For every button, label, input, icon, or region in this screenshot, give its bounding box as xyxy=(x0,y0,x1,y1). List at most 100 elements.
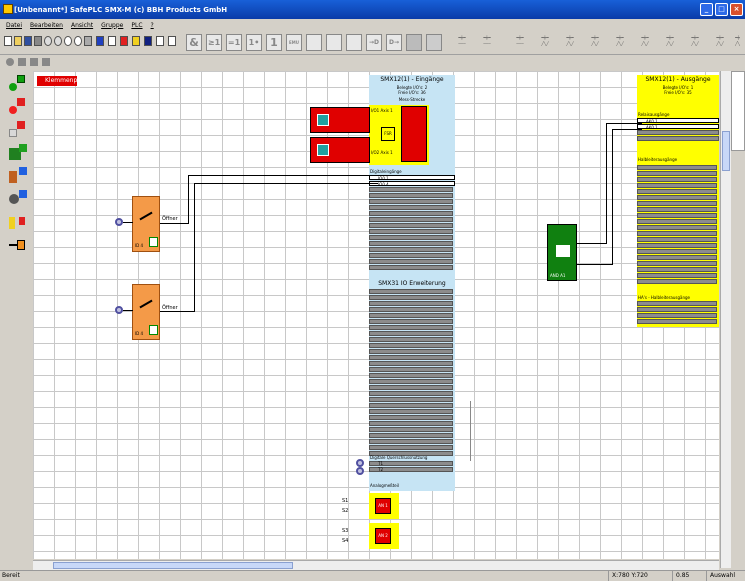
print-icon[interactable] xyxy=(34,36,42,46)
io-row-empty[interactable] xyxy=(369,211,453,216)
monitor-icon-2[interactable]: ═╪═ ─── xyxy=(475,35,499,51)
counter-button[interactable] xyxy=(306,34,322,51)
out-row-1[interactable]: AK0.1 xyxy=(637,118,719,124)
io-row-empty[interactable] xyxy=(369,265,453,270)
vertical-scroll-thumb[interactable] xyxy=(722,131,730,171)
io-row-empty[interactable] xyxy=(369,253,453,258)
analog-block-1[interactable]: AN 1 xyxy=(369,493,399,519)
io-row-empty[interactable] xyxy=(369,385,453,390)
io-row-empty[interactable] xyxy=(637,207,717,212)
io-row-empty[interactable] xyxy=(369,247,453,252)
io-row-empty[interactable] xyxy=(369,343,453,348)
block-icon[interactable] xyxy=(144,36,152,46)
axis1-block[interactable] xyxy=(310,107,370,133)
input-sensor-icon[interactable] xyxy=(7,75,27,93)
io-row-empty[interactable] xyxy=(637,219,717,224)
io-row-empty[interactable] xyxy=(637,231,717,236)
monitor-icon-10[interactable]: ═╪═ ╱╲╱ xyxy=(683,35,707,51)
io-row-empty[interactable] xyxy=(637,313,717,318)
menu-plc[interactable]: PLC xyxy=(131,22,142,29)
menu-gruppe[interactable]: Gruppe xyxy=(101,22,123,29)
io-row-empty[interactable] xyxy=(369,289,453,294)
io-row-empty[interactable] xyxy=(369,349,453,354)
menu-bearbeiten[interactable]: Bearbeiten xyxy=(30,22,63,29)
stop-icon[interactable] xyxy=(42,58,50,66)
io-row-empty[interactable] xyxy=(369,409,453,414)
timer-button[interactable] xyxy=(326,34,342,51)
selector-icon[interactable] xyxy=(7,190,27,208)
klemmenplan-tab[interactable]: Klemmenplan xyxy=(37,76,86,86)
and-gate-button[interactable]: & xyxy=(186,34,202,51)
io-row-empty[interactable] xyxy=(637,249,717,254)
io-row-empty[interactable] xyxy=(637,171,717,176)
save-icon[interactable] xyxy=(24,36,32,46)
io-row-empty[interactable] xyxy=(369,313,453,318)
io-row-empty[interactable] xyxy=(369,295,453,300)
cross-icon[interactable] xyxy=(120,36,128,46)
vertical-scrollbar[interactable] xyxy=(720,71,731,568)
horizontal-scroll-thumb[interactable] xyxy=(53,562,293,569)
diagram-canvas[interactable]: Klemmenplan SMX12(1) - Eingänge Belegte … xyxy=(33,71,719,559)
cross-terminal-1[interactable] xyxy=(356,459,364,467)
monitor-icon-11[interactable]: ═╪═ ╱╲╱ xyxy=(708,35,732,51)
input-connector-button[interactable]: →D xyxy=(366,34,382,51)
io-row-empty[interactable] xyxy=(637,177,717,182)
analog-block-2[interactable]: AN 2 xyxy=(369,523,399,549)
io-row-empty[interactable] xyxy=(637,279,717,284)
out-row-3[interactable] xyxy=(637,130,719,135)
io-row-2[interactable]: IO0.4 xyxy=(369,181,455,187)
io-row-empty[interactable] xyxy=(369,397,453,402)
cross-terminal-2[interactable] xyxy=(356,467,364,475)
io-row-1[interactable]: IO0.1 xyxy=(369,175,455,181)
maximize-button[interactable]: □ xyxy=(715,3,728,16)
io-row-empty[interactable] xyxy=(637,237,717,242)
check-icon[interactable] xyxy=(108,36,116,46)
not-gate-button[interactable]: 1 xyxy=(266,34,282,51)
io-row-empty[interactable] xyxy=(637,195,717,200)
monitor-icon-1[interactable]: ═╪═ ─── xyxy=(450,35,474,51)
module-icon[interactable] xyxy=(132,36,140,46)
output-connector-button[interactable]: D→ xyxy=(386,34,402,51)
io-row-empty[interactable] xyxy=(369,325,453,330)
io-row-empty[interactable] xyxy=(637,225,717,230)
input-terminal-2[interactable] xyxy=(115,306,123,314)
pause-icon[interactable] xyxy=(30,58,38,66)
io-row-empty[interactable] xyxy=(637,165,717,170)
io-row-empty[interactable] xyxy=(369,241,453,246)
output-relay-icon[interactable] xyxy=(7,236,27,254)
io-row-empty[interactable] xyxy=(369,379,453,384)
out-row-2[interactable]: AK0.1 xyxy=(637,124,719,130)
io-row-empty[interactable] xyxy=(637,243,717,248)
io-row-empty[interactable] xyxy=(369,439,453,444)
io-row-empty[interactable] xyxy=(637,273,717,278)
io-row-empty[interactable] xyxy=(369,319,453,324)
menu-help[interactable]: ? xyxy=(151,22,154,29)
io-row-empty[interactable] xyxy=(369,205,453,210)
axis2-block[interactable] xyxy=(310,137,370,163)
info-icon[interactable] xyxy=(74,36,82,46)
switch-block-2[interactable]: ID 4 xyxy=(132,284,160,340)
io-row-empty[interactable] xyxy=(637,319,717,324)
io-row-empty[interactable] xyxy=(369,235,453,240)
menu-ansicht[interactable]: Ansicht xyxy=(71,22,93,29)
monitor-icon-7[interactable]: ═╪═ ╱╲╱ xyxy=(608,35,632,51)
emu-button[interactable]: EMU xyxy=(286,34,302,51)
light-curtain-icon[interactable] xyxy=(7,98,27,116)
tool-icon[interactable] xyxy=(84,36,92,46)
emergency-stop-icon[interactable] xyxy=(7,144,27,162)
enable-switch-icon[interactable] xyxy=(7,213,27,231)
flipflop-button[interactable]: 1• xyxy=(246,34,262,51)
io-row-empty[interactable] xyxy=(369,445,453,450)
monitor-icon-6[interactable]: ═╪═ ╱╲╱ xyxy=(583,35,607,51)
close-button[interactable]: × xyxy=(730,3,743,16)
io-row-empty[interactable] xyxy=(369,337,453,342)
io-row-empty[interactable] xyxy=(369,259,453,264)
encoder-red-block[interactable] xyxy=(401,106,427,162)
io-row-empty[interactable] xyxy=(637,307,717,312)
or-gate-button[interactable]: ≥1 xyxy=(206,34,222,51)
input-terminal-1[interactable] xyxy=(115,218,123,226)
io-row-empty[interactable] xyxy=(637,213,717,218)
io-row-empty[interactable] xyxy=(369,403,453,408)
io-row-empty[interactable] xyxy=(637,255,717,260)
blank-button[interactable] xyxy=(346,34,362,51)
